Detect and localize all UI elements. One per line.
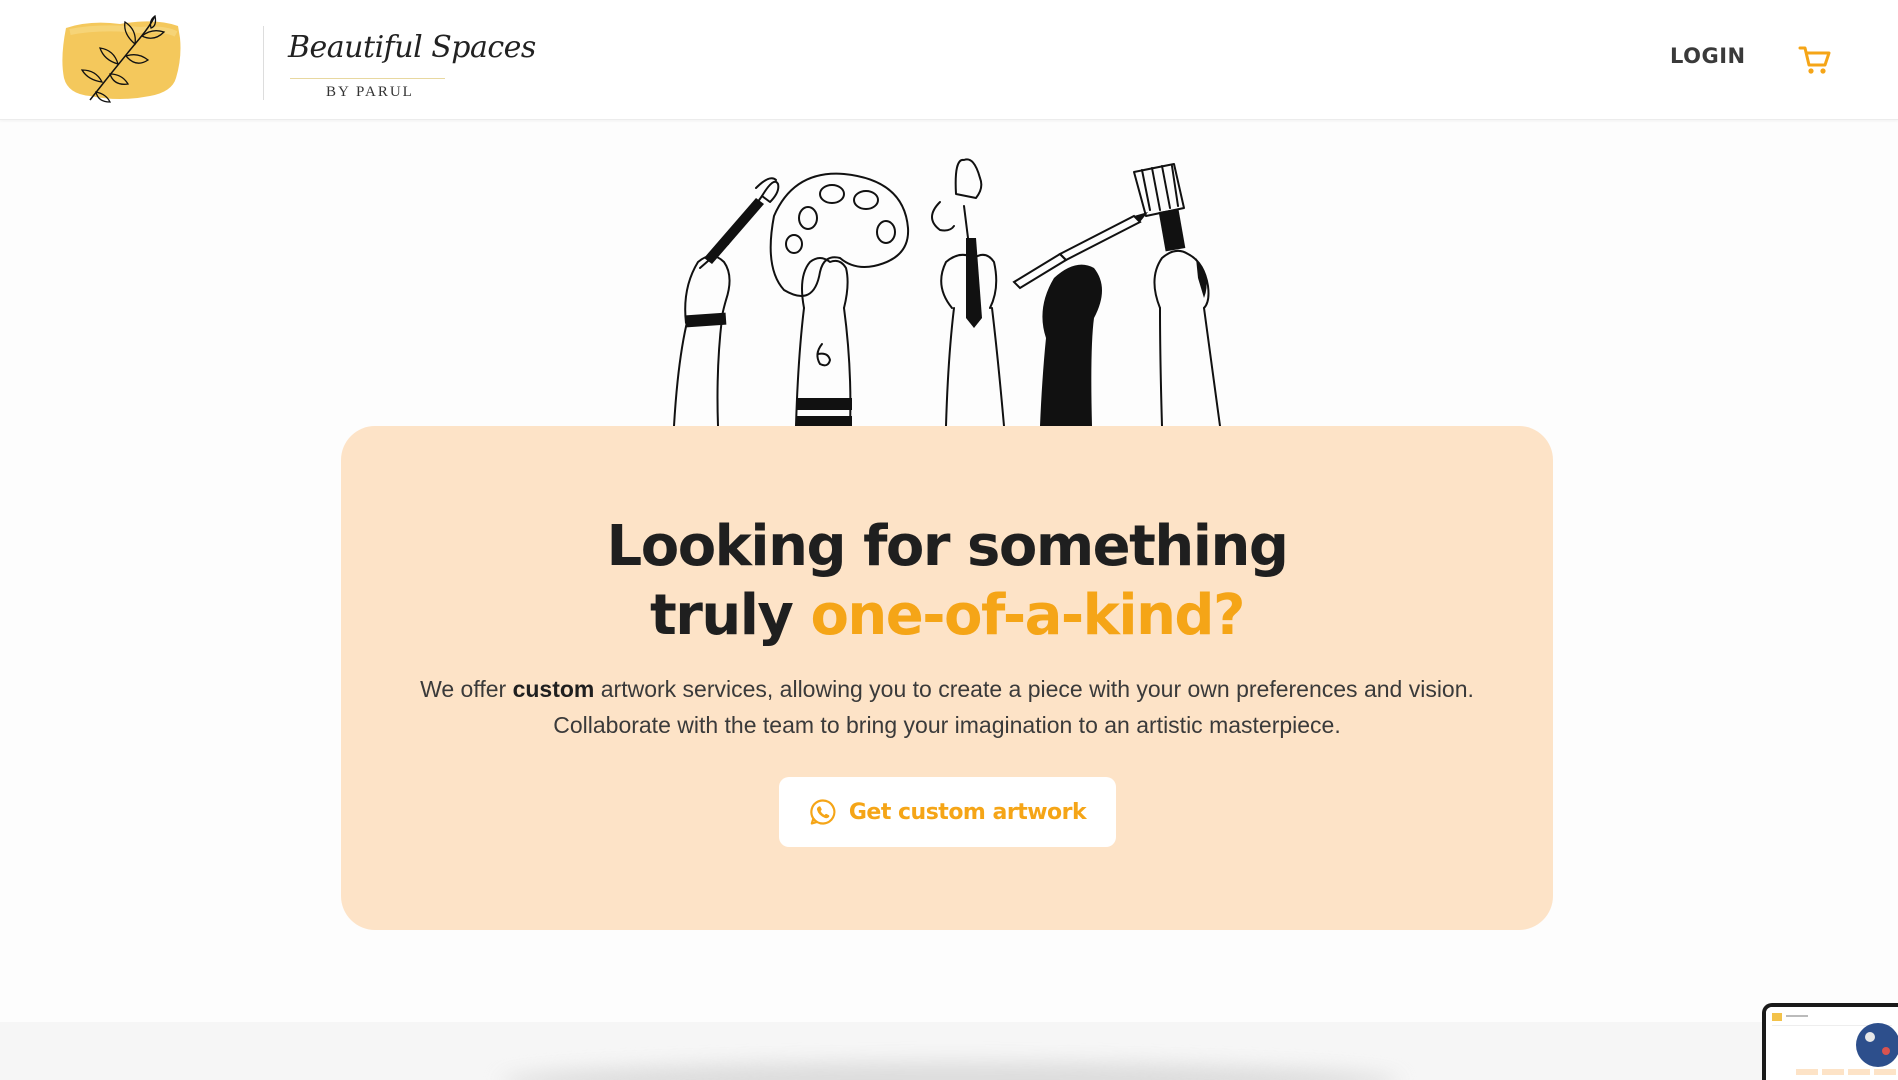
- desc-bold: custom: [512, 676, 595, 702]
- hero-title: Looking for something truly one-of-a-kin…: [341, 512, 1553, 650]
- desc-prefix: We offer: [420, 676, 513, 702]
- hero-title-line2-plain: truly: [649, 583, 811, 648]
- get-custom-artwork-button[interactable]: Get custom artwork: [779, 777, 1116, 847]
- logo-rule: [290, 78, 445, 79]
- custom-artwork-card: Looking for something truly one-of-a-kin…: [341, 426, 1553, 930]
- leaf-branch-icon: [62, 14, 181, 103]
- hero-description: We offer custom artwork services, allowi…: [341, 671, 1553, 743]
- logo-divider: [263, 26, 264, 100]
- desc-suffix: artwork services, allowing you to create…: [594, 676, 1474, 702]
- whatsapp-icon: [810, 799, 836, 825]
- login-link[interactable]: LOGIN: [1670, 44, 1746, 68]
- floating-preview-thumbnail[interactable]: [1762, 1003, 1898, 1080]
- site-logo[interactable]: Beautiful Spaces BY PARUL: [60, 8, 536, 108]
- hero-title-accent: one-of-a-kind?: [810, 583, 1245, 648]
- logo-subtitle: BY PARUL: [326, 84, 414, 100]
- desc-line2: Collaborate with the team to bring your …: [553, 712, 1341, 738]
- hero-title-line1: Looking for something: [606, 514, 1289, 579]
- logo-script-text: Beautiful Spaces: [288, 30, 536, 65]
- shopping-cart-icon[interactable]: [1798, 44, 1832, 76]
- site-header: Beautiful Spaces BY PARUL LOGIN: [0, 0, 1898, 120]
- hands-illustration: [673, 158, 1221, 426]
- cta-label: Get custom artwork: [848, 799, 1087, 825]
- preview-image-icon: [1766, 1007, 1898, 1080]
